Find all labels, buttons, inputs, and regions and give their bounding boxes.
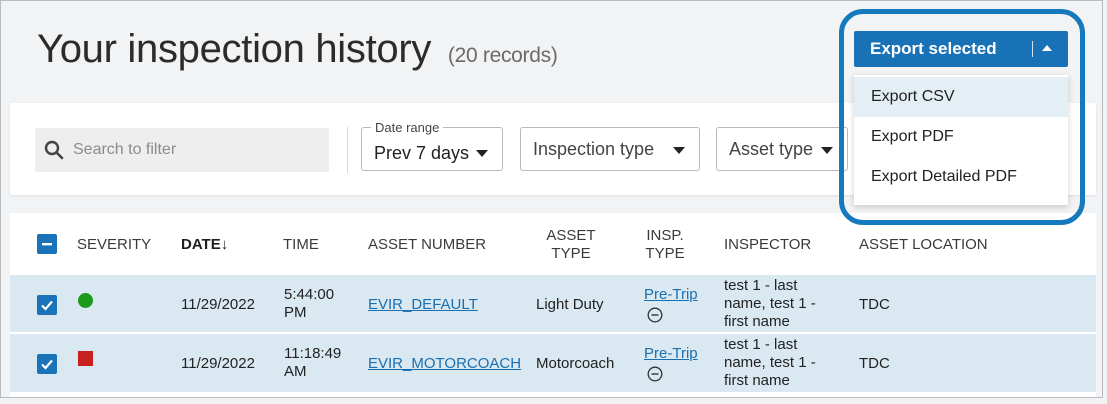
- insp-type-link[interactable]: Pre-Trip: [644, 286, 698, 304]
- col-asset-location[interactable]: ASSET LOCATION: [859, 236, 988, 254]
- row-time-line2: AM: [284, 363, 307, 380]
- row-date: 11/29/2022: [181, 355, 255, 372]
- col-date[interactable]: DATE↓: [181, 236, 228, 254]
- checkmark-icon: [41, 300, 53, 311]
- row-checkbox[interactable]: [37, 354, 57, 374]
- severity-critical-icon: [78, 351, 93, 366]
- search-box[interactable]: [35, 128, 329, 172]
- row-time-line1: 11:18:49: [284, 345, 342, 362]
- select-all-checkbox[interactable]: [37, 234, 57, 254]
- row-date: 11/29/2022: [181, 296, 255, 313]
- filter-divider: [347, 127, 348, 173]
- callout-highlight: [839, 9, 1085, 225]
- col-date-label: DATE: [181, 236, 221, 253]
- row-inspector-line2: name, test 1 -: [724, 354, 816, 371]
- col-asset-type-line2: TYPE: [551, 245, 591, 262]
- asset-type-select[interactable]: Asset type: [716, 127, 848, 171]
- page-title-text: Your inspection history: [37, 27, 432, 71]
- inspection-type-select[interactable]: Inspection type: [520, 127, 700, 171]
- col-insp-type-line1: INSP.: [646, 227, 684, 244]
- row-inspector: test 1 - last name, test 1 - first name: [724, 277, 816, 331]
- row-time-line1: 5:44:00: [284, 286, 335, 303]
- caret-down-icon: [476, 150, 488, 157]
- inspection-table: SEVERITY DATE↓ TIME ASSET NUMBER ASSET T…: [10, 213, 1096, 397]
- row-inspector-line1: test 1 - last: [724, 336, 798, 353]
- col-time[interactable]: TIME: [283, 236, 319, 254]
- col-insp-type[interactable]: INSP. TYPE: [638, 227, 692, 263]
- table-row[interactable]: 11/29/2022 11:18:49 AM EVIR_MOTORCOACH M…: [10, 334, 1096, 392]
- row-asset-type: Light Duty: [536, 296, 604, 313]
- row-inspector: test 1 - last name, test 1 - first name: [724, 336, 816, 390]
- row-location: TDC: [859, 355, 890, 372]
- severity-ok-icon: [78, 293, 93, 308]
- search-input[interactable]: [73, 141, 313, 159]
- insp-type-link[interactable]: Pre-Trip: [644, 345, 698, 363]
- asset-number-link[interactable]: EVIR_DEFAULT: [368, 296, 478, 314]
- col-asset-number[interactable]: ASSET NUMBER: [368, 236, 486, 254]
- row-checkbox[interactable]: [37, 295, 57, 315]
- minus-circle-icon: [647, 366, 663, 382]
- date-range-value: Prev 7 days: [374, 142, 470, 163]
- date-range-legend: Date range: [371, 120, 444, 135]
- row-location: TDC: [859, 296, 890, 313]
- col-insp-type-line2: TYPE: [645, 245, 685, 262]
- col-severity[interactable]: SEVERITY: [77, 236, 151, 254]
- col-asset-type-line1: ASSET: [546, 227, 596, 244]
- col-asset-type[interactable]: ASSET TYPE: [540, 227, 602, 263]
- record-count: (20 records): [447, 44, 558, 67]
- sort-desc-icon: ↓: [220, 236, 229, 253]
- row-time: 11:18:49 AM: [284, 345, 341, 381]
- row-time: 5:44:00 PM: [284, 286, 334, 322]
- row-inspector-line3: first name: [724, 372, 790, 389]
- caret-down-icon: [821, 147, 833, 154]
- search-icon: [44, 140, 64, 160]
- row-inspector-line1: test 1 - last: [724, 277, 798, 294]
- row-inspector-line2: name, test 1 -: [724, 295, 816, 312]
- inspection-type-label: Inspection type: [533, 138, 655, 159]
- asset-type-label: Asset type: [729, 138, 814, 159]
- asset-number-link[interactable]: EVIR_MOTORCOACH: [368, 355, 521, 373]
- col-inspector[interactable]: INSPECTOR: [724, 236, 811, 254]
- row-inspector-line3: first name: [724, 313, 790, 330]
- row-asset-type: Motorcoach: [536, 355, 615, 372]
- caret-down-icon: [673, 147, 685, 154]
- table-row[interactable]: 11/29/2022 5:44:00 PM EVIR_DEFAULT Light…: [10, 275, 1096, 333]
- checkmark-icon: [41, 359, 53, 370]
- indeterminate-icon: [42, 243, 52, 246]
- row-time-line2: PM: [284, 304, 307, 321]
- app-frame: Your inspection history (20 records) Dat…: [0, 0, 1103, 398]
- date-range-select[interactable]: Date range Prev 7 days: [361, 120, 503, 171]
- page-title: Your inspection history (20 records): [37, 27, 558, 72]
- minus-circle-icon: [647, 307, 663, 323]
